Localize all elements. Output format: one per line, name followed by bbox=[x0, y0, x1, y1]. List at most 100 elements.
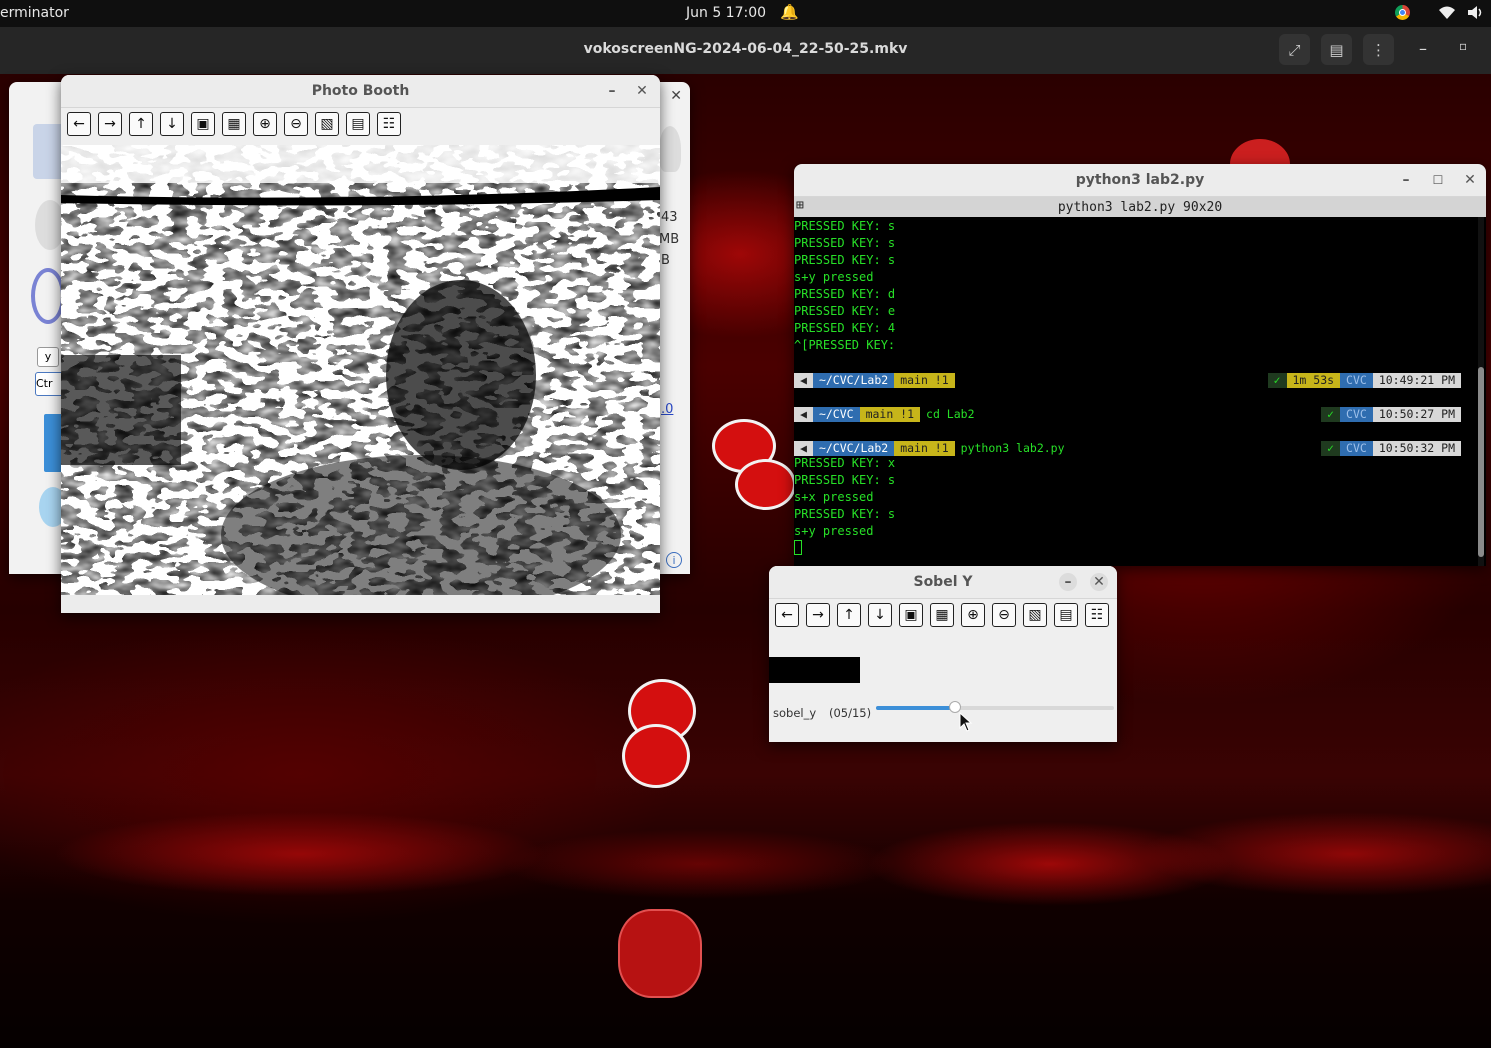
prompt-path: ~/CVC bbox=[812, 407, 860, 422]
terminal-cursor bbox=[794, 540, 802, 555]
mouse-pointer-icon bbox=[959, 712, 973, 732]
window-title: Sobel Y bbox=[913, 574, 973, 590]
prompt-git: main !1 bbox=[894, 373, 955, 388]
prompt-path: ~/CVC/Lab2 bbox=[812, 441, 895, 456]
close-icon[interactable]: ✕ bbox=[632, 81, 652, 101]
prompt-command: python3 lab2.py bbox=[960, 441, 1065, 455]
arrow-up-icon[interactable]: ↑ bbox=[837, 603, 861, 627]
shell-prompt: ◀ ~/CVC/Lab2 main !1 python3 lab2.py ✓ CVC 10… bbox=[794, 438, 1461, 456]
close-icon[interactable]: ✕ bbox=[1460, 170, 1480, 190]
fullscreen-icon[interactable]: ⤢ bbox=[1279, 34, 1310, 65]
output-line: s+y pressed bbox=[794, 270, 874, 284]
split-layout-icon[interactable]: ⊞ bbox=[796, 198, 804, 213]
disk-icon bbox=[31, 268, 65, 324]
info-icon[interactable]: i bbox=[666, 552, 682, 568]
output-line: PRESSED KEY: s bbox=[794, 219, 896, 233]
terminal-scrollbar[interactable] bbox=[1478, 217, 1484, 566]
output-line: s+x pressed bbox=[794, 490, 874, 504]
wifi-icon[interactable] bbox=[1438, 5, 1456, 20]
clipboard-icon[interactable]: ▤ bbox=[346, 112, 370, 136]
os-icon: ◀ bbox=[794, 373, 813, 388]
minimize-icon[interactable]: – bbox=[602, 81, 622, 101]
chrome-icon[interactable] bbox=[1395, 5, 1410, 20]
status-strip bbox=[61, 595, 660, 613]
sobel-titlebar[interactable]: Sobel Y – ✕ bbox=[769, 566, 1117, 599]
sobel-image bbox=[769, 657, 860, 683]
minimize-icon[interactable]: – bbox=[1059, 573, 1077, 591]
bell-icon[interactable]: 🔔 bbox=[780, 3, 799, 21]
shell-prompt: ◀ ~/CVC main !1 cd Lab2 ✓ CVC 10:50:27 PM bbox=[794, 404, 1461, 422]
prompt-time: 10:49:21 PM bbox=[1372, 373, 1461, 388]
maximize-icon[interactable]: ☐ bbox=[1428, 170, 1448, 190]
version-link[interactable]: .0 bbox=[661, 402, 673, 417]
save-icon[interactable]: ▧ bbox=[315, 112, 339, 136]
arrow-right-icon[interactable]: → bbox=[98, 112, 122, 136]
trackbar-value: (05/15) bbox=[829, 706, 872, 720]
terminal-titlebar[interactable]: python3 lab2.py – ☐ ✕ bbox=[794, 164, 1486, 197]
zoom-in-icon[interactable]: ⊕ bbox=[253, 112, 277, 136]
output-line: PRESSED KEY: 4 bbox=[794, 321, 896, 335]
red-cloud-decoration bbox=[622, 724, 690, 788]
output-line: PRESSED KEY: x bbox=[794, 456, 896, 470]
os-icon: ◀ bbox=[794, 407, 813, 422]
output-line: PRESSED KEY: s bbox=[794, 507, 896, 521]
trackbar-label: sobel_y bbox=[773, 706, 817, 720]
clock[interactable]: Jun 5 17:00 bbox=[686, 5, 766, 21]
video-title: vokoscreenNG-2024-06-04_22-50-25.mkv bbox=[583, 41, 908, 57]
shell-prompt: ◀ ~/CVC/Lab2 main !1 ✓ 1m 53s CVC 10:49:21 PM bbox=[794, 370, 1461, 388]
output-line: PRESSED KEY: s bbox=[794, 236, 896, 250]
zoom-fit-icon[interactable]: ▣ bbox=[899, 603, 923, 627]
save-icon[interactable]: ▧ bbox=[1023, 603, 1047, 627]
volume-icon[interactable] bbox=[1467, 5, 1485, 20]
thresholded-camera-image bbox=[61, 145, 660, 595]
arrow-right-icon[interactable]: → bbox=[806, 603, 830, 627]
window-title: Photo Booth bbox=[311, 83, 410, 99]
minimize-icon[interactable]: – bbox=[1419, 39, 1427, 58]
prompt-env: CVC bbox=[1340, 373, 1373, 388]
zoom-original-icon[interactable]: ▦ bbox=[930, 603, 954, 627]
trackbar-fill bbox=[876, 706, 956, 710]
zoom-in-icon[interactable]: ⊕ bbox=[961, 603, 985, 627]
zoom-out-icon[interactable]: ⊖ bbox=[992, 603, 1016, 627]
minimize-icon[interactable]: – bbox=[1396, 170, 1416, 190]
tux-icon bbox=[659, 126, 681, 172]
output-line: ^[PRESSED KEY: bbox=[794, 338, 896, 352]
terminal-window: python3 lab2.py – ☐ ✕ ⊞ python3 lab2.py … bbox=[794, 164, 1486, 566]
arrow-left-icon[interactable]: ← bbox=[67, 112, 91, 136]
arrow-left-icon[interactable]: ← bbox=[775, 603, 799, 627]
active-app-name[interactable]: erminator bbox=[0, 5, 69, 21]
properties-icon[interactable]: ☷ bbox=[1085, 603, 1109, 627]
restore-icon[interactable]: ▫ bbox=[1459, 39, 1467, 53]
zoom-fit-icon[interactable]: ▣ bbox=[191, 112, 215, 136]
output-line: PRESSED KEY: e bbox=[794, 304, 896, 318]
terminal-output[interactable]: PRESSED KEY: s PRESSED KEY: s PRESSED KE… bbox=[794, 217, 1478, 566]
close-icon[interactable]: ✕ bbox=[1090, 573, 1108, 591]
photo-booth-titlebar[interactable]: Photo Booth – ✕ bbox=[61, 75, 660, 108]
arrow-down-icon[interactable]: ↓ bbox=[160, 112, 184, 136]
zoom-original-icon[interactable]: ▦ bbox=[222, 112, 246, 136]
side-value: MB bbox=[659, 232, 680, 247]
zoom-out-icon[interactable]: ⊖ bbox=[284, 112, 308, 136]
prompt-time: 10:50:27 PM bbox=[1372, 407, 1461, 422]
arrow-up-icon[interactable]: ↑ bbox=[129, 112, 153, 136]
photo-booth-window: Photo Booth – ✕ ← → ↑ ↓ ▣ ▦ ⊕ ⊖ ▧ ▤ ☷ bbox=[61, 75, 660, 613]
output-line: PRESSED KEY: s bbox=[794, 473, 896, 487]
image-toolbar: ← → ↑ ↓ ▣ ▦ ⊕ ⊖ ▧ ▤ ☷ bbox=[769, 599, 1117, 631]
side-value: 43 bbox=[661, 210, 678, 225]
system-top-bar: erminator Jun 5 17:00 🔔 bbox=[0, 0, 1491, 27]
subtitles-icon[interactable]: ▤ bbox=[1321, 34, 1352, 65]
red-cloud-decoration bbox=[735, 459, 796, 510]
prompt-env: CVC bbox=[1340, 441, 1373, 456]
arrow-down-icon[interactable]: ↓ bbox=[868, 603, 892, 627]
properties-icon[interactable]: ☷ bbox=[377, 112, 401, 136]
close-icon[interactable]: ✕ bbox=[670, 88, 682, 104]
sobel-trackbar[interactable] bbox=[876, 701, 1114, 716]
prompt-git: main !1 bbox=[894, 441, 955, 456]
menu-kebab-icon[interactable]: ⋮ bbox=[1363, 34, 1394, 65]
terminal-tab-bar: ⊞ python3 lab2.py 90x20 bbox=[794, 197, 1486, 217]
clipboard-icon[interactable]: ▤ bbox=[1054, 603, 1078, 627]
prompt-command: cd Lab2 bbox=[926, 407, 975, 421]
terminal-tab-title[interactable]: python3 lab2.py 90x20 bbox=[1058, 200, 1222, 215]
red-cloud-decoration bbox=[618, 909, 702, 998]
image-toolbar: ← → ↑ ↓ ▣ ▦ ⊕ ⊖ ▧ ▤ ☷ bbox=[61, 108, 660, 140]
